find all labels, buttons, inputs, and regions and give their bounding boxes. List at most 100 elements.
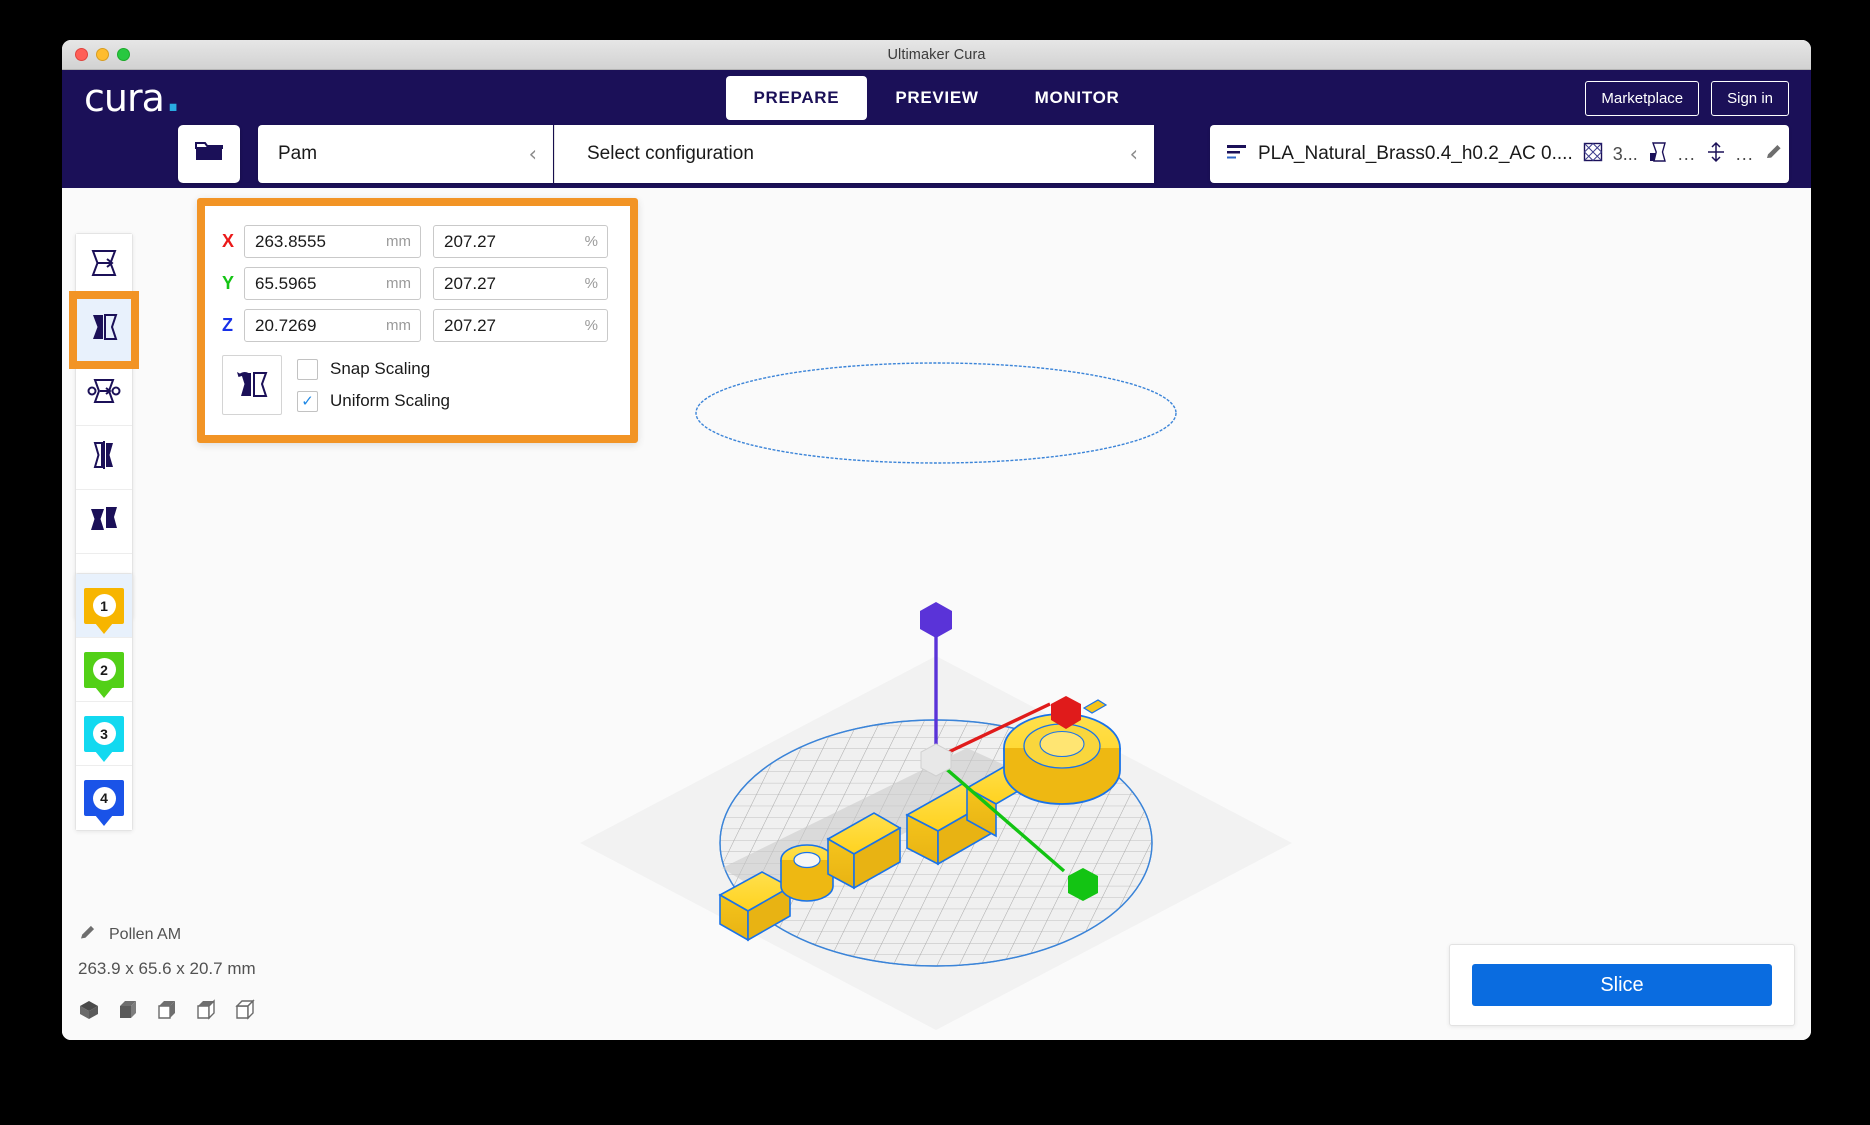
model-letter-o bbox=[780, 844, 834, 902]
scale-row-y: Y 65.5965 mm 207.27 % bbox=[222, 267, 608, 300]
cura-logo: cura. bbox=[84, 76, 180, 120]
stage-tabs: PREPARE PREVIEW MONITOR bbox=[725, 76, 1147, 120]
mirror-icon bbox=[87, 440, 121, 475]
snap-scaling-row[interactable]: Snap Scaling bbox=[297, 358, 450, 380]
view-3d-button[interactable] bbox=[78, 999, 100, 1026]
view-right-button[interactable] bbox=[234, 999, 256, 1026]
chevron-left-icon: ‹ bbox=[528, 142, 537, 166]
extruder-pin-4: 4 bbox=[84, 780, 124, 816]
reset-scale-icon bbox=[232, 365, 272, 406]
scale-z-percent-value: 207.27 bbox=[444, 315, 496, 335]
rotate-icon bbox=[87, 376, 121, 411]
rotate-tool-button[interactable] bbox=[76, 362, 132, 426]
account-actions: Marketplace Sign in bbox=[1585, 80, 1789, 116]
uniform-scaling-row[interactable]: ✓ Uniform Scaling bbox=[297, 390, 450, 412]
machine-name: Pam bbox=[278, 143, 318, 164]
extruder-selector: 1 2 3 4 bbox=[75, 573, 133, 831]
snap-scaling-checkbox[interactable] bbox=[297, 358, 318, 380]
extruder-number-3: 3 bbox=[92, 722, 116, 745]
scale-y-percent-input[interactable]: 207.27 % bbox=[433, 267, 608, 300]
view-left-button[interactable] bbox=[195, 999, 217, 1026]
infill-value: 3... bbox=[1612, 143, 1638, 164]
reset-scale-button[interactable] bbox=[222, 355, 282, 415]
view-top-button[interactable] bbox=[156, 999, 178, 1026]
extruder-pin-1: 1 bbox=[84, 587, 124, 624]
scale-x-mm-unit: mm bbox=[386, 233, 411, 250]
scale-y-mm-input[interactable]: 65.5965 mm bbox=[244, 267, 421, 300]
material-profile-name: PLA_Natural_Brass0.4_h0.2_AC 0.... bbox=[1258, 143, 1573, 164]
model-tools-toolbar bbox=[69, 233, 139, 619]
top-navigation-bar: cura. PREPARE PREVIEW MONITOR Marketplac… bbox=[62, 70, 1811, 126]
uniform-scaling-label: Uniform Scaling bbox=[330, 391, 450, 410]
scale-z-percent-input[interactable]: 207.27 % bbox=[433, 309, 608, 342]
scale-y-percent-unit: % bbox=[584, 275, 598, 292]
scale-x-mm-input[interactable]: 263.8555 mm bbox=[244, 225, 421, 258]
axis-label-x: X bbox=[222, 231, 235, 251]
scale-row-z: Z 20.7269 mm 207.27 % bbox=[222, 309, 608, 342]
extruder-button-1[interactable]: 1 bbox=[76, 574, 132, 638]
axis-label-y: Y bbox=[222, 273, 235, 293]
slice-button[interactable]: Slice bbox=[1472, 964, 1772, 1006]
adhesion-value: ... bbox=[1735, 143, 1754, 164]
scale-y-mm-unit: mm bbox=[386, 275, 411, 292]
workspace: 1 2 3 4 X 263.8555 mm 207.27 % Y 65.5965… bbox=[62, 188, 1811, 1040]
scale-x-percent-unit: % bbox=[584, 233, 598, 250]
scale-y-mm-value: 65.5965 bbox=[255, 273, 317, 293]
print-settings-selector[interactable]: PLA_Natural_Brass0.4_h0.2_AC 0.... 3... … bbox=[1210, 125, 1789, 183]
scale-x-mm-value: 263.8555 bbox=[255, 231, 326, 251]
scale-x-percent-value: 207.27 bbox=[444, 231, 496, 251]
application-window: Ultimaker Cura cura. PREPARE PREVIEW MON… bbox=[62, 40, 1811, 1040]
configuration-label: Select configuration bbox=[587, 143, 754, 164]
window-title: Ultimaker Cura bbox=[887, 46, 986, 63]
configuration-bar: Pam ‹ Select configuration ‹ PLA_Natural… bbox=[62, 125, 1811, 188]
object-name-row: Pollen AM bbox=[78, 922, 256, 947]
pencil-icon[interactable] bbox=[1764, 142, 1784, 167]
scale-icon bbox=[87, 312, 121, 347]
configuration-selector[interactable]: Select configuration ‹ bbox=[554, 125, 1154, 183]
extruder-number-2: 2 bbox=[92, 658, 116, 681]
model-info-panel: Pollen AM 263.9 x 65.6 x 20.7 mm bbox=[78, 922, 256, 1026]
extruder-button-3[interactable]: 3 bbox=[76, 702, 132, 766]
sign-in-button[interactable]: Sign in bbox=[1711, 80, 1789, 116]
extruder-number-4: 4 bbox=[92, 786, 116, 810]
marketplace-button[interactable]: Marketplace bbox=[1585, 80, 1700, 116]
support-value: ... bbox=[1677, 143, 1696, 164]
machine-selector[interactable]: Pam ‹ bbox=[258, 125, 553, 183]
tab-prepare[interactable]: PREPARE bbox=[725, 76, 868, 120]
build-volume-top-outline bbox=[695, 362, 1177, 464]
snap-scaling-label: Snap Scaling bbox=[330, 359, 431, 378]
layers-icon bbox=[1226, 142, 1248, 167]
axis-label-z: Z bbox=[222, 315, 233, 335]
gizmo-z-handle[interactable] bbox=[920, 602, 952, 638]
scale-z-mm-input[interactable]: 20.7269 mm bbox=[244, 309, 421, 342]
view-front-button[interactable] bbox=[117, 999, 139, 1026]
extruder-pin-3: 3 bbox=[84, 715, 124, 752]
scale-tool-panel-highlight: X 263.8555 mm 207.27 % Y 65.5965 mm 207.… bbox=[197, 198, 638, 443]
folder-open-icon bbox=[194, 139, 224, 170]
object-name: Pollen AM bbox=[109, 925, 182, 943]
uniform-scaling-checkbox[interactable]: ✓ bbox=[297, 390, 318, 412]
per-model-icon bbox=[87, 504, 121, 539]
move-tool-button[interactable] bbox=[76, 234, 132, 298]
scale-options: Snap Scaling ✓ Uniform Scaling bbox=[222, 355, 608, 415]
open-file-button[interactable] bbox=[178, 125, 240, 183]
extruder-button-4[interactable]: 4 bbox=[76, 766, 132, 830]
scale-tool-button[interactable] bbox=[69, 291, 139, 369]
mirror-tool-button[interactable] bbox=[76, 426, 132, 490]
pencil-icon[interactable] bbox=[78, 922, 98, 947]
per-model-settings-button[interactable] bbox=[76, 490, 132, 554]
extruder-button-2[interactable]: 2 bbox=[76, 638, 132, 702]
scale-checkboxes: Snap Scaling ✓ Uniform Scaling bbox=[297, 358, 450, 412]
tab-preview[interactable]: PREVIEW bbox=[867, 76, 1006, 120]
scale-tool-panel: X 263.8555 mm 207.27 % Y 65.5965 mm 207.… bbox=[205, 206, 630, 435]
scale-z-mm-value: 20.7269 bbox=[255, 315, 317, 335]
infill-icon bbox=[1583, 142, 1603, 167]
object-dimensions: 263.9 x 65.6 x 20.7 mm bbox=[78, 959, 256, 978]
tab-monitor[interactable]: MONITOR bbox=[1007, 76, 1148, 120]
adhesion-icon bbox=[1706, 141, 1726, 168]
screenshot-root: Ultimaker Cura cura. PREPARE PREVIEW MON… bbox=[0, 0, 1870, 1125]
extruder-pin-2: 2 bbox=[84, 651, 124, 688]
scale-z-mm-unit: mm bbox=[386, 317, 411, 334]
scale-x-percent-input[interactable]: 207.27 % bbox=[433, 225, 608, 258]
cura-logo-text: cura bbox=[84, 76, 165, 120]
